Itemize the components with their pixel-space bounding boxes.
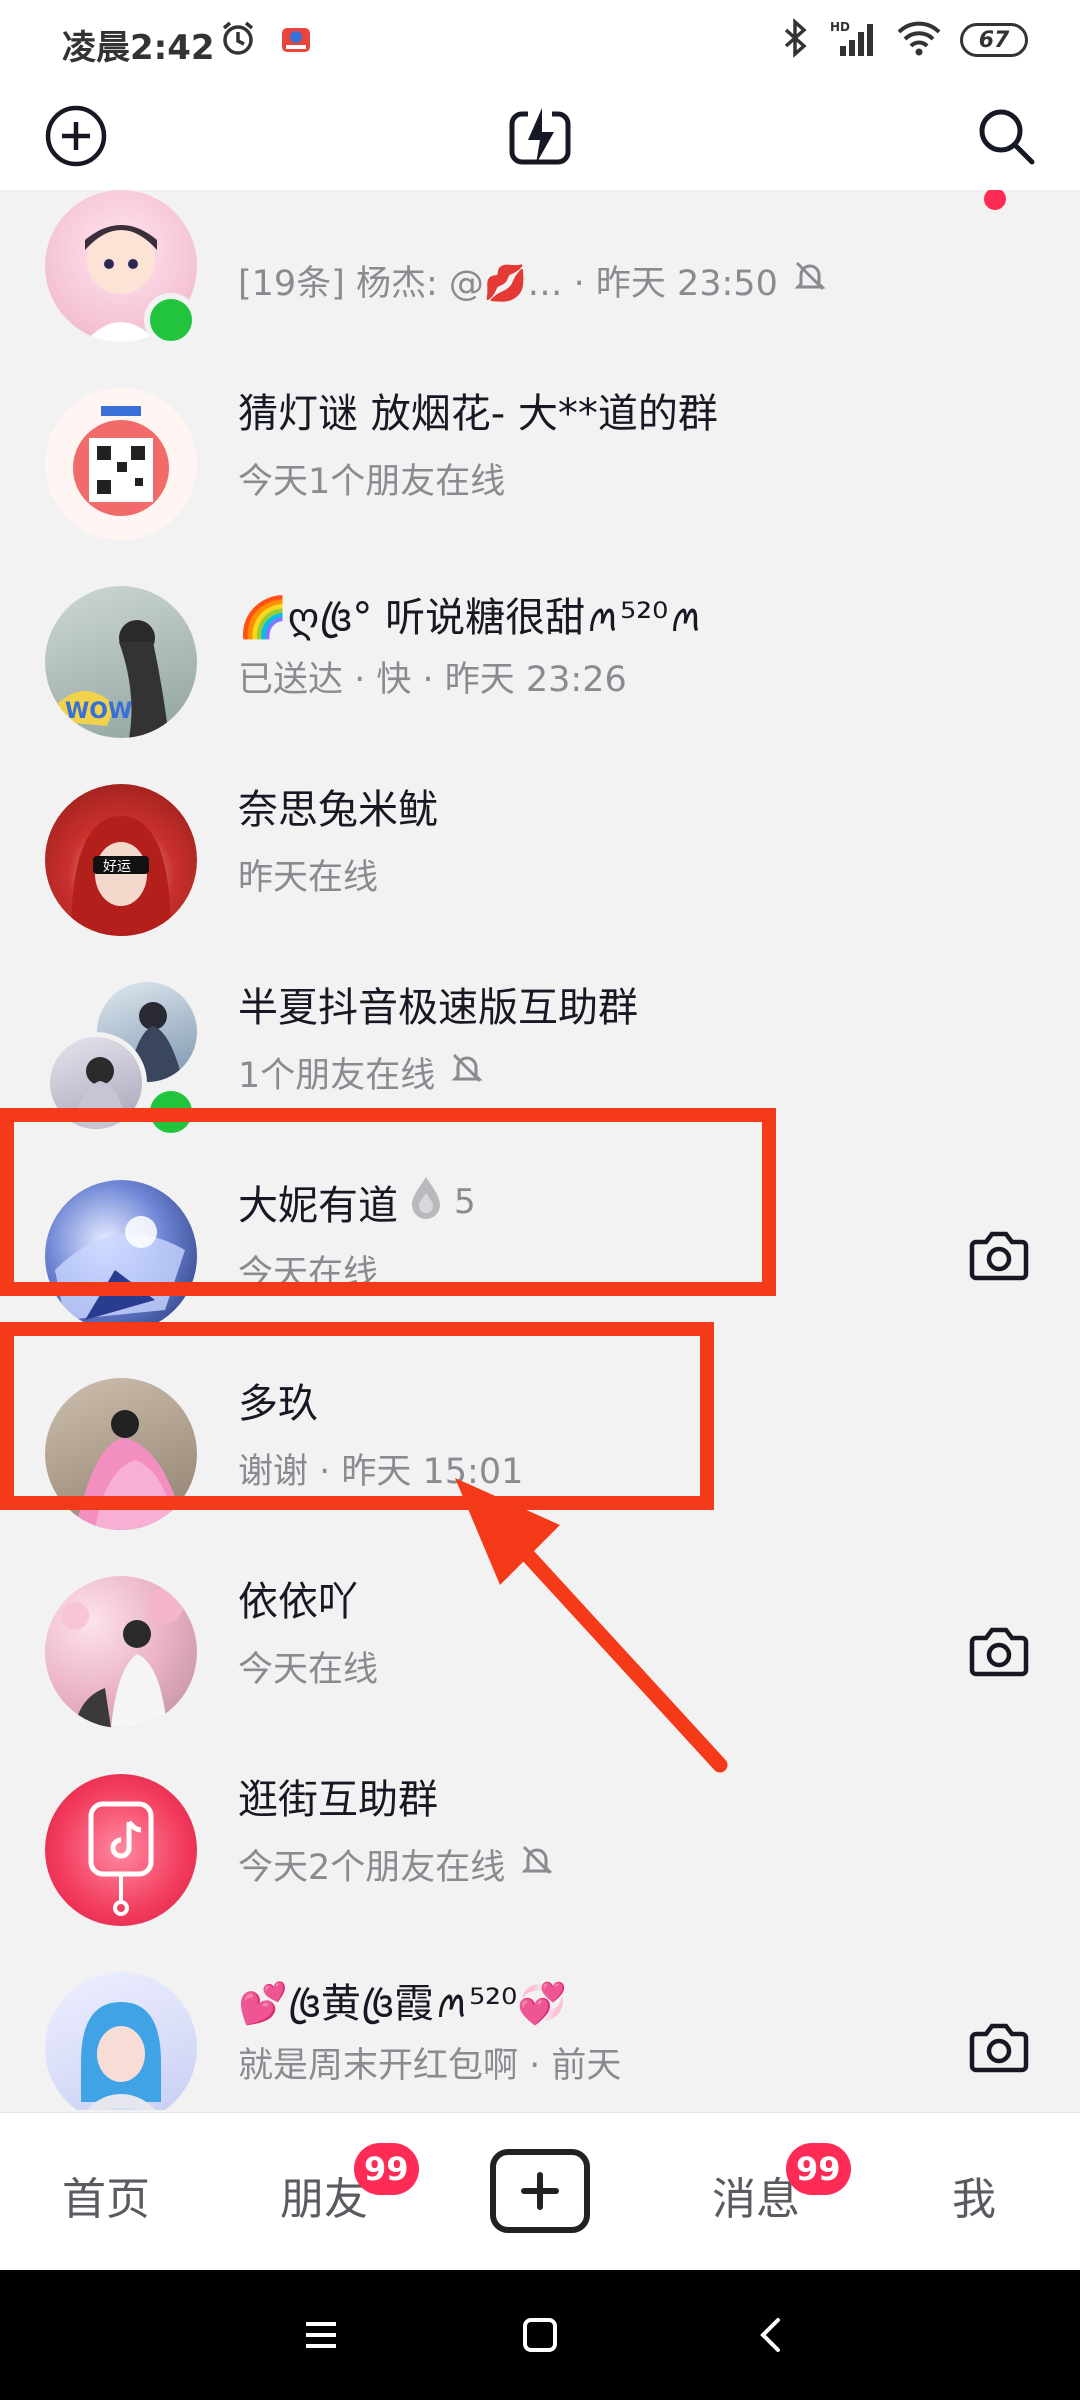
plus-icon xyxy=(521,2172,559,2210)
messages-badge: 99 xyxy=(786,2143,851,2195)
menu-icon[interactable] xyxy=(296,2310,346,2360)
tab-home[interactable]: 首页 xyxy=(62,2163,150,2227)
friends-badge: 99 xyxy=(354,2143,419,2195)
create-button[interactable] xyxy=(490,2149,590,2233)
annotation-arrow xyxy=(455,1478,728,1773)
system-navigation-bar xyxy=(0,2270,1080,2400)
home-square-icon[interactable] xyxy=(515,2310,565,2360)
back-icon[interactable] xyxy=(746,2310,796,2360)
bottom-tab-bar: 首页 朋友 99 消息 99 我 xyxy=(0,2112,1080,2270)
tab-me[interactable]: 我 xyxy=(952,2163,996,2227)
